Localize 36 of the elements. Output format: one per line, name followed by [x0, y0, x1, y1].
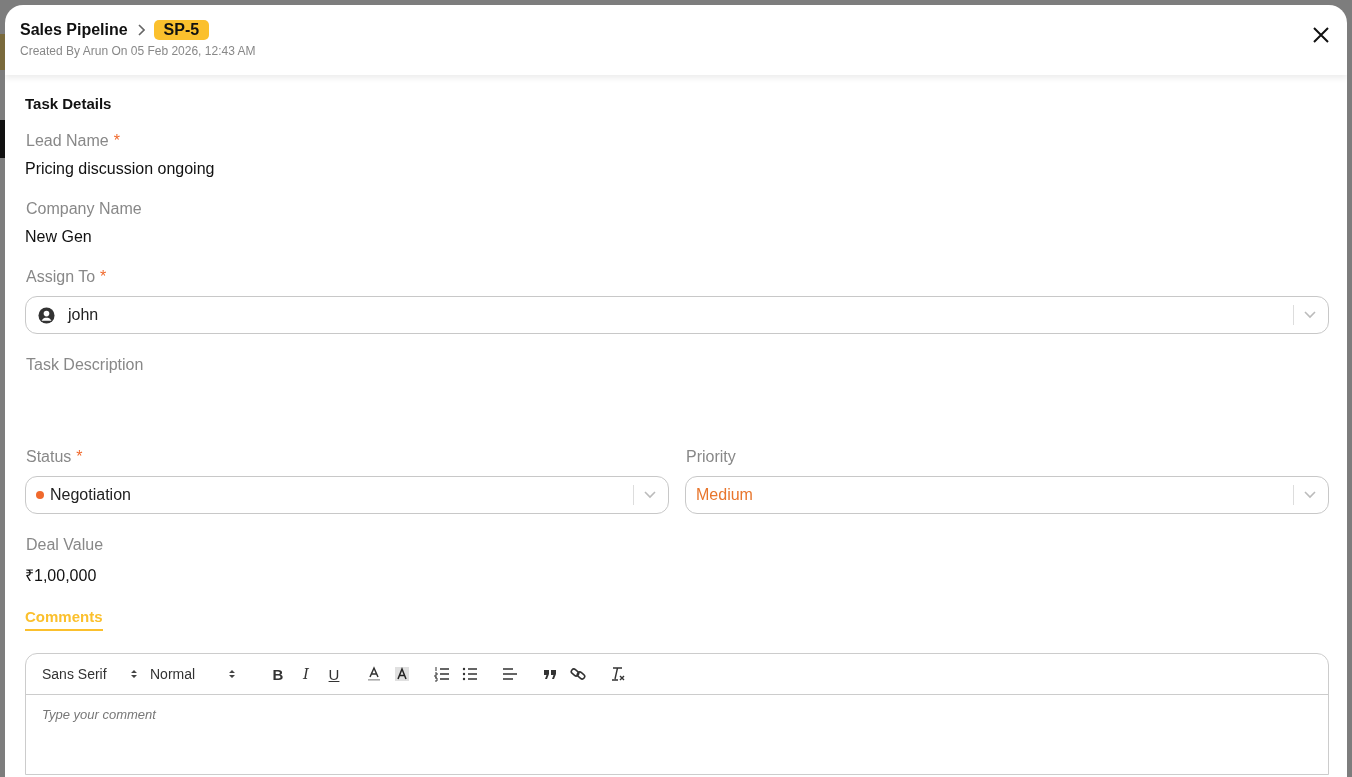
updown-icon [130, 668, 138, 680]
field-label: Deal Value [25, 536, 105, 554]
bullet-list-icon[interactable] [462, 666, 478, 682]
chevron-down-icon [644, 491, 656, 499]
size-picker[interactable]: Normal [150, 666, 236, 682]
chevron-down-icon [1304, 491, 1316, 499]
created-info: Created By Arun On 05 Feb 2026, 12:43 AM [20, 44, 256, 58]
section-title: Task Details [25, 95, 113, 112]
field-value: Pricing discussion ongoing [25, 160, 216, 178]
field-label: Company Name [25, 200, 143, 218]
format-button[interactable]: B [264, 665, 292, 683]
chevron-right-icon [136, 24, 145, 36]
comment-input[interactable]: Type your comment [26, 695, 1328, 734]
field-label: Priority [685, 448, 737, 466]
field-label: Status * [25, 448, 84, 466]
field-label: Task Description [25, 356, 145, 374]
clear-format-icon[interactable] [610, 666, 626, 682]
dropdown-select[interactable]: Negotiation [25, 476, 669, 514]
breadcrumb-title[interactable]: Sales Pipeline [20, 21, 128, 39]
align-left-icon[interactable] [502, 666, 518, 682]
format-button[interactable]: I [292, 665, 320, 683]
chevron-down-icon [1304, 311, 1316, 319]
field-value: New Gen [25, 228, 93, 246]
field-value: ₹1,00,000 [25, 566, 98, 586]
highlight-icon[interactable] [394, 666, 410, 682]
task-id-badge: SP-5 [153, 20, 210, 40]
updown-icon [228, 668, 236, 680]
text-color-icon[interactable] [366, 666, 382, 682]
assignee-select[interactable]: john [25, 296, 1329, 334]
format-button[interactable]: U [320, 665, 348, 683]
ordered-list-icon[interactable] [434, 666, 450, 682]
user-icon [38, 306, 55, 324]
font-picker[interactable]: Sans Serif [42, 666, 138, 682]
link-icon[interactable] [570, 666, 586, 682]
field-label: Assign To * [25, 268, 108, 286]
field-label: Lead Name * [25, 132, 121, 150]
